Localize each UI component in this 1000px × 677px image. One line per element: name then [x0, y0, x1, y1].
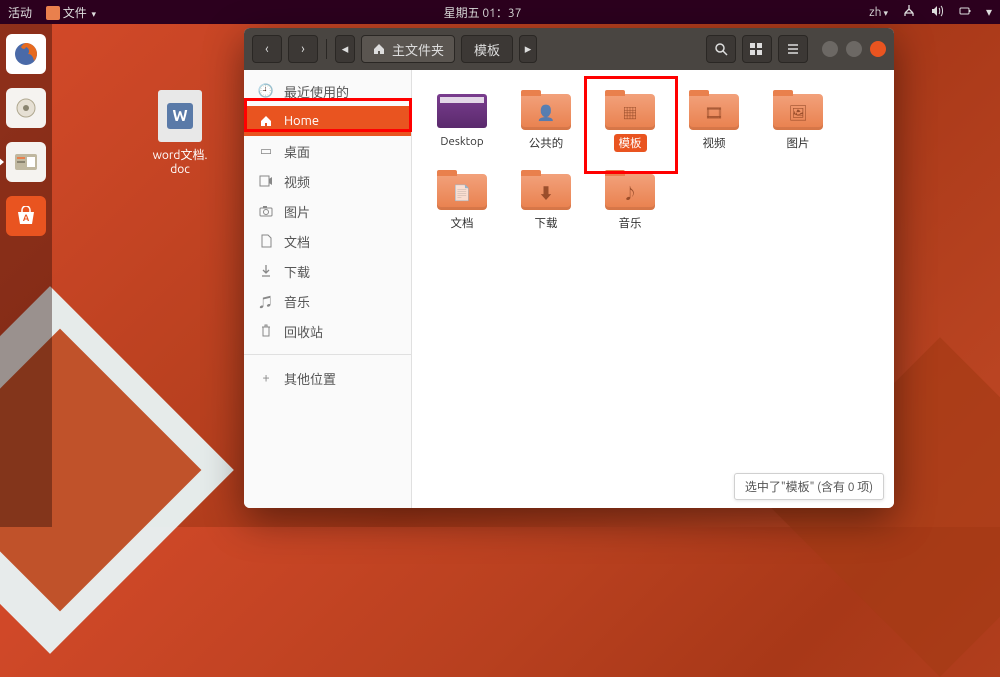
activities-button[interactable]: 活动	[8, 4, 32, 21]
view-mode-button[interactable]	[742, 35, 772, 63]
folder-music[interactable]: ♪ 音乐	[588, 166, 672, 246]
sidebar-item-desktop[interactable]: ▭ 桌面	[244, 136, 411, 166]
home-icon	[258, 114, 274, 128]
sidebar-item-videos[interactable]: 视频	[244, 166, 411, 196]
sidebar-item-home[interactable]: Home	[244, 106, 411, 136]
hamburger-menu-button[interactable]	[778, 35, 808, 63]
network-icon[interactable]	[902, 4, 916, 21]
path-segment-templates[interactable]: 模板	[461, 35, 513, 63]
camera-icon	[258, 205, 274, 217]
folder-public[interactable]: 👤 公共的	[504, 86, 588, 166]
trash-icon	[258, 324, 274, 338]
launcher-firefox[interactable]	[6, 34, 46, 74]
sidebar-item-recent[interactable]: 🕘 最近使用的	[244, 76, 411, 106]
folder-icon: 🖼	[773, 90, 823, 130]
path-more-button[interactable]: ▸	[519, 35, 537, 63]
document-icon	[258, 234, 274, 248]
status-bar: 选中了"模板" (含有 0 项)	[734, 473, 884, 500]
svg-text:A: A	[23, 213, 30, 223]
sidebar-item-downloads[interactable]: 下载	[244, 256, 411, 286]
launcher-dock: A	[0, 24, 52, 527]
folder-downloads[interactable]: ⬇ 下载	[504, 166, 588, 246]
sidebar-item-documents[interactable]: 文档	[244, 226, 411, 256]
window-minimize-button[interactable]	[822, 41, 838, 57]
folder-icon: 🎞	[689, 90, 739, 130]
home-icon	[372, 42, 386, 56]
window-maximize-button[interactable]	[846, 41, 862, 57]
folder-icon: 📄	[437, 170, 487, 210]
folder-content-area[interactable]: Desktop 👤 公共的 ▦ 模板 🎞 视频 🖼 图片	[412, 70, 894, 508]
file-manager-headerbar: ‹ › ◂ 主文件夹 模板 ▸	[244, 28, 894, 70]
video-icon	[258, 175, 274, 187]
search-button[interactable]	[706, 35, 736, 63]
sidebar-item-trash[interactable]: 回收站	[244, 316, 411, 346]
nav-back-button[interactable]: ‹	[252, 35, 282, 63]
sidebar-item-music[interactable]: ♫ 音乐	[244, 286, 411, 316]
clock[interactable]: 星期五 01：37	[96, 4, 869, 21]
plus-icon: +	[258, 371, 274, 385]
grid-icon	[749, 42, 765, 56]
places-sidebar: 🕘 最近使用的 Home ▭ 桌面 视频	[244, 70, 412, 508]
sidebar-item-other-locations[interactable]: + 其他位置	[244, 363, 411, 393]
desktop-folder-icon	[437, 90, 487, 130]
folder-icon: ▦	[605, 90, 655, 130]
folder-documents[interactable]: 📄 文档	[420, 166, 504, 246]
folder-desktop[interactable]: Desktop	[420, 86, 504, 166]
folder-templates[interactable]: ▦ 模板	[588, 86, 672, 166]
launcher-software[interactable]: A	[6, 196, 46, 236]
desktop-file-word-doc[interactable]: W word文档. doc	[140, 90, 220, 176]
folder-icon: ♪	[605, 170, 655, 210]
input-method-indicator[interactable]: zh	[869, 6, 888, 19]
folder-icon: ⬇	[521, 170, 571, 210]
menu-icon	[786, 42, 800, 56]
desktop-icon: ▭	[258, 144, 274, 159]
music-icon: ♫	[258, 292, 274, 311]
nav-forward-button[interactable]: ›	[288, 35, 318, 63]
folder-videos[interactable]: 🎞 视频	[672, 86, 756, 166]
launcher-rhythmbox[interactable]	[6, 88, 46, 128]
clock-icon: 🕘	[258, 84, 274, 99]
volume-icon[interactable]	[930, 4, 944, 21]
word-file-icon: W	[158, 90, 202, 142]
top-panel: 活动 文件 星期五 01：37 zh ▾	[0, 0, 1000, 24]
path-up-button[interactable]: ◂	[335, 35, 355, 63]
search-icon	[714, 42, 728, 56]
app-menu[interactable]: 文件	[46, 4, 96, 21]
launcher-files[interactable]	[6, 142, 46, 182]
sidebar-item-pictures[interactable]: 图片	[244, 196, 411, 226]
folder-icon: 👤	[521, 90, 571, 130]
path-segment-home[interactable]: 主文件夹	[361, 35, 455, 63]
download-icon	[258, 264, 274, 278]
system-menu-caret[interactable]: ▾	[986, 5, 992, 19]
window-close-button[interactable]	[870, 41, 886, 57]
battery-icon[interactable]	[958, 4, 972, 21]
folder-pictures[interactable]: 🖼 图片	[756, 86, 840, 166]
file-manager-window: ‹ › ◂ 主文件夹 模板 ▸ 🕘 最近使用的	[244, 28, 894, 508]
